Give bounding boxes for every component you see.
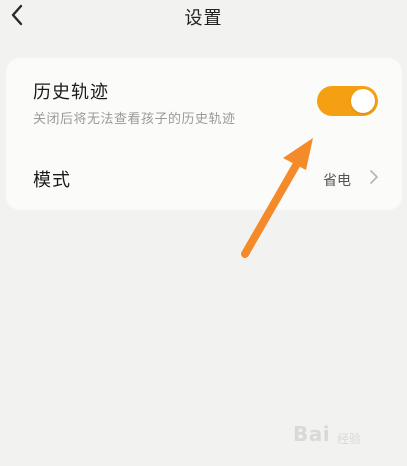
- watermark-text: Bai: [293, 422, 331, 446]
- mode-value: 省电: [323, 173, 351, 189]
- history-track-description: 关闭后将无法查看孩子的历史轨迹: [33, 112, 236, 127]
- watermark-logo: Bai 经验: [287, 410, 399, 450]
- chevron-right-icon: [370, 170, 378, 184]
- toggle-knob: [351, 89, 375, 113]
- mode-label: 模式: [33, 170, 71, 191]
- settings-card: 历史轨迹 关闭后将无法查看孩子的历史轨迹 模式 省电: [6, 58, 402, 210]
- page-title: 设置: [184, 8, 223, 29]
- history-track-row: 历史轨迹 关闭后将无法查看孩子的历史轨迹: [6, 58, 402, 140]
- history-track-toggle[interactable]: [317, 86, 378, 116]
- mode-row[interactable]: 模式 省电: [6, 148, 402, 206]
- header-bar: 设置: [0, 0, 407, 36]
- history-track-title: 历史轨迹: [33, 82, 109, 103]
- watermark-sub: 经验: [337, 432, 362, 446]
